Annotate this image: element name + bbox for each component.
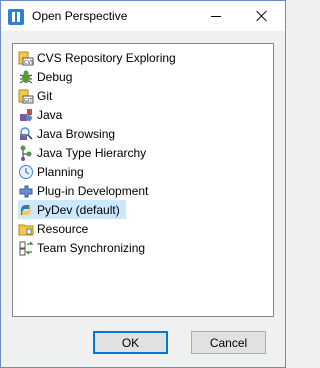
list-item-label: Plug-in Development [37, 183, 149, 198]
java-browsing-icon [18, 126, 34, 142]
svg-text:CVS: CVS [24, 60, 34, 66]
list-item-java-type-hierarchy[interactable]: Java Type Hierarchy [18, 143, 146, 162]
list-item-team-synchronizing[interactable]: Team Synchronizing [18, 238, 145, 257]
close-icon [256, 10, 268, 22]
list-item-plugin-development[interactable]: Plug-in Development [18, 181, 148, 200]
java-icon [18, 107, 34, 123]
list-item-resource[interactable]: Resource [18, 219, 88, 238]
open-perspective-dialog: Open Perspective CVS CVS Repository Expl… [0, 0, 286, 368]
java-type-hierarchy-icon [18, 145, 34, 161]
list-item-label: Java [37, 107, 63, 122]
list-item-label: Debug [37, 69, 73, 84]
pydev-icon [18, 202, 34, 218]
debug-icon [18, 69, 34, 85]
list-item-cvs-repository-exploring[interactable]: CVS CVS Repository Exploring [18, 48, 176, 67]
minimize-button[interactable] [193, 1, 239, 31]
list-item-label: PyDev (default) [37, 202, 120, 217]
svg-text:GIT: GIT [24, 98, 33, 104]
list-item-label: CVS Repository Exploring [37, 50, 176, 65]
resource-icon [18, 221, 34, 237]
team-sync-icon [18, 240, 34, 256]
eclipse-app-icon [8, 9, 24, 25]
dialog-title: Open Perspective [32, 9, 128, 23]
list-item-label: Resource [37, 221, 89, 236]
list-item-java-browsing[interactable]: Java Browsing [18, 124, 115, 143]
minimize-icon [211, 15, 221, 17]
title-bar[interactable]: Open Perspective [1, 1, 285, 31]
plugin-development-icon [18, 183, 34, 199]
list-item-label: Team Synchronizing [37, 240, 146, 255]
planning-icon [18, 164, 34, 180]
close-button[interactable] [239, 1, 285, 31]
cancel-button[interactable]: Cancel [191, 331, 266, 354]
list-item-label: Git [37, 88, 53, 103]
list-item-label: Java Browsing [37, 126, 116, 141]
list-item-pydev-default[interactable]: PyDev (default) [18, 200, 126, 219]
ok-button[interactable]: OK [93, 331, 168, 354]
list-item-label: Planning [37, 164, 84, 179]
list-item-git[interactable]: GIT Git [18, 86, 52, 105]
list-item-debug[interactable]: Debug [18, 67, 72, 86]
list-item-planning[interactable]: Planning [18, 162, 84, 181]
cvs-repository-icon: CVS [18, 50, 34, 66]
list-item-label: Java Type Hierarchy [37, 145, 147, 160]
list-item-java[interactable]: Java [18, 105, 62, 124]
git-icon: GIT [18, 88, 34, 104]
perspective-list[interactable]: CVS CVS Repository Exploring Debug GIT G… [12, 43, 274, 317]
